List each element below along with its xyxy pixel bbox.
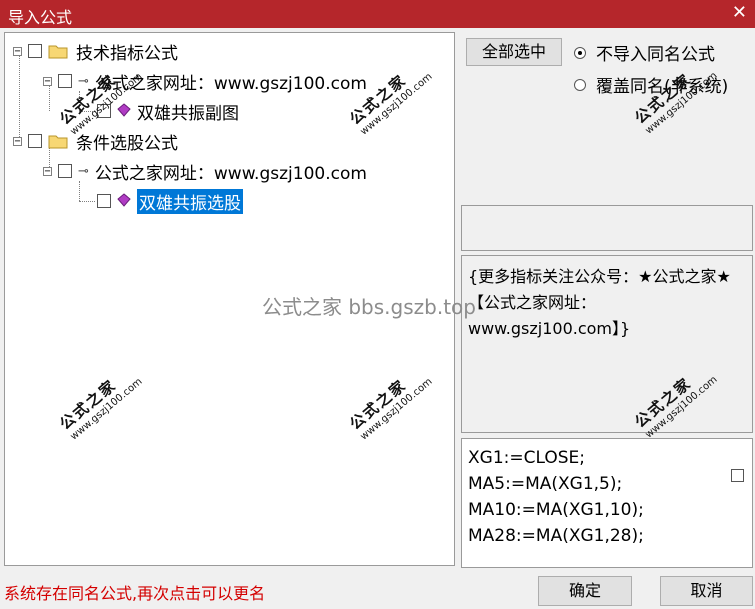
node-checkbox[interactable]	[97, 194, 111, 208]
code-checkbox[interactable]	[731, 469, 744, 482]
description-panel: {更多指标关注公众号：★公式之家★ 【公式之家网址：www.gszj100.co…	[461, 255, 753, 433]
folder-icon	[48, 44, 68, 59]
collapse-icon[interactable]: −	[13, 136, 22, 146]
node-checkbox[interactable]	[58, 164, 72, 178]
status-message: 系统存在同名公式,再次点击可以更名	[4, 584, 266, 603]
cancel-button[interactable]: 取消	[660, 576, 753, 606]
node-checkbox[interactable]	[28, 134, 42, 148]
formula-gem-icon	[117, 102, 131, 121]
node-checkbox[interactable]	[28, 44, 42, 58]
watermark: 公式之家 www.gszj100.com	[346, 70, 435, 138]
tree-node-website-2[interactable]: − ⊸ 公式之家网址：www.gszj100.com	[43, 159, 367, 184]
code-line: XG1:=CLOSE;	[468, 448, 585, 468]
window-title: 导入公式	[8, 8, 73, 27]
watermark: 公式之家 www.gszj100.com	[56, 70, 145, 138]
tree-node-label: 公式之家网址：www.gszj100.com	[94, 163, 367, 184]
collapse-icon[interactable]: −	[13, 46, 22, 56]
tree-connector	[19, 51, 20, 141]
tree-node-label: 双雄共振选股	[137, 188, 243, 214]
tree-node-stock-screening[interactable]: − 条件选股公式	[13, 129, 178, 154]
tree-connector	[79, 201, 95, 202]
watermark: 公式之家 www.gszj100.com	[56, 375, 145, 443]
empty-panel	[461, 205, 753, 251]
title-bar: 导入公式 ✕	[0, 0, 755, 28]
formula-gem-icon	[117, 192, 131, 211]
radio-button-unchecked[interactable]	[574, 78, 586, 91]
node-checkbox[interactable]	[58, 74, 72, 88]
tree-node-formula-subchart[interactable]: 双雄共振副图	[97, 99, 239, 124]
tree-node-formula-screener[interactable]: 双雄共振选股	[97, 188, 243, 214]
key-icon: ⊸	[78, 163, 89, 179]
tree-node-label: 双雄共振副图	[137, 103, 239, 124]
tree-node-label: 条件选股公式	[76, 133, 178, 154]
tree-node-tech-indicators[interactable]: − 技术指标公式	[13, 39, 178, 64]
tree-connector	[79, 181, 80, 201]
collapse-icon[interactable]: −	[43, 76, 52, 86]
watermark-center: 公式之家 bbs.gszb.top	[262, 295, 476, 319]
code-line: MA28:=MA(XG1,28);	[468, 526, 644, 546]
radio-button-checked[interactable]	[574, 46, 586, 59]
collapse-icon[interactable]: −	[43, 166, 52, 176]
code-line: MA10:=MA(XG1,10);	[468, 500, 644, 520]
watermark: 公式之家 www.gszj100.com	[346, 375, 435, 443]
code-line: MA5:=MA(XG1,5);	[468, 474, 623, 494]
close-icon[interactable]: ✕	[732, 2, 747, 24]
folder-icon	[48, 134, 68, 149]
formula-code-box[interactable]: XG1:=CLOSE; MA5:=MA(XG1,5); MA10:=MA(XG1…	[461, 438, 753, 568]
description-text: {更多指标关注公众号：★公式之家★ 【公式之家网址：www.gszj100.co…	[468, 267, 731, 338]
ok-button[interactable]: 确定	[538, 576, 632, 606]
select-all-button[interactable]: 全部选中	[466, 38, 562, 66]
